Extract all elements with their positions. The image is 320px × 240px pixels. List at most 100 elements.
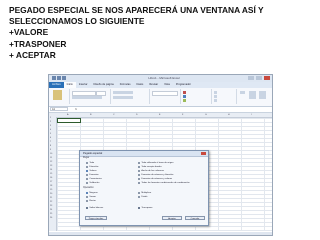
- paste-section-label: Pegar: [83, 157, 90, 159]
- delete-cells-icon[interactable]: [214, 95, 217, 98]
- radio-icon[interactable]: [86, 161, 89, 165]
- alignment-group: [111, 89, 150, 104]
- row-header[interactable]: 23: [50, 205, 52, 207]
- instruction-line-2: SELECCIONAMOS LO SIGUIENTE: [9, 16, 145, 27]
- row-header[interactable]: 11: [50, 157, 52, 159]
- find-select-icon[interactable]: [259, 91, 266, 99]
- table-format-icon[interactable]: [183, 95, 186, 98]
- transpose-checkbox[interactable]: Transponer: [138, 206, 153, 210]
- radio-icon[interactable]: [138, 181, 141, 185]
- operation-option-restar[interactable]: Restar: [86, 199, 96, 203]
- title-bar: Libro1 - Microsoft Excel: [49, 75, 272, 82]
- paste-option-validacion[interactable]: Validación: [86, 181, 99, 185]
- radio-icon[interactable]: [138, 165, 141, 169]
- row-header[interactable]: 5: [50, 133, 51, 135]
- format-cells-icon[interactable]: [214, 99, 217, 102]
- radio-icon[interactable]: [138, 169, 141, 173]
- paste-option-formatos-condicionales[interactable]: Todos los formatos condicionales de comb…: [138, 181, 190, 185]
- dialog-title: Pegado especial: [83, 152, 103, 155]
- clipboard-group: [49, 89, 70, 104]
- row-header[interactable]: 18: [50, 185, 52, 187]
- radio-selected-icon[interactable]: [86, 191, 89, 195]
- row-header[interactable]: 3: [50, 125, 51, 127]
- radio-icon[interactable]: [86, 195, 89, 199]
- radio-icon[interactable]: [86, 181, 89, 185]
- radio-icon[interactable]: [138, 191, 141, 195]
- ok-button[interactable]: Aceptar: [162, 216, 182, 220]
- operation-option-dividir[interactable]: Dividir: [138, 195, 147, 199]
- row-header[interactable]: 10: [50, 153, 52, 155]
- column-header[interactable]: D: [136, 113, 138, 117]
- dialog-close-icon[interactable]: [201, 152, 206, 155]
- minimize-icon[interactable]: [248, 76, 254, 80]
- row-header[interactable]: 19: [50, 189, 52, 191]
- number-format-select[interactable]: [152, 91, 178, 96]
- column-header[interactable]: F: [182, 113, 183, 117]
- save-icon[interactable]: [57, 76, 61, 80]
- indent-buttons[interactable]: [113, 96, 133, 99]
- dialog-title-bar: Pegado especial: [80, 151, 208, 157]
- column-header[interactable]: A: [67, 113, 68, 117]
- sort-filter-icon[interactable]: [249, 91, 256, 99]
- quick-access-toolbar: [52, 76, 66, 81]
- alignment-buttons[interactable]: [113, 91, 133, 94]
- row-header[interactable]: 6: [50, 137, 51, 139]
- row-header[interactable]: 13: [50, 165, 52, 167]
- row-header[interactable]: 26: [50, 217, 52, 219]
- undo-icon[interactable]: [62, 76, 66, 80]
- paste-link-button[interactable]: Pegar vínculos: [85, 216, 107, 220]
- skip-blanks-checkbox[interactable]: Saltar blancos: [86, 206, 103, 210]
- row-header[interactable]: 17: [50, 181, 52, 183]
- checkbox-icon[interactable]: [138, 206, 141, 210]
- column-header[interactable]: B: [90, 113, 91, 117]
- row-header[interactable]: 25: [50, 213, 52, 215]
- font-format-buttons[interactable]: [72, 96, 102, 99]
- radio-icon[interactable]: [138, 173, 141, 177]
- conditional-format-icon[interactable]: [183, 91, 186, 94]
- row-header[interactable]: 16: [50, 177, 52, 179]
- row-header[interactable]: 12: [50, 161, 52, 163]
- cancel-button[interactable]: Cancelar: [185, 216, 205, 220]
- column-header[interactable]: E: [159, 113, 160, 117]
- excel-logo-icon: [52, 76, 56, 80]
- radio-icon[interactable]: [86, 165, 89, 169]
- row-header[interactable]: 1: [50, 117, 51, 119]
- name-box[interactable]: A1: [50, 107, 68, 111]
- close-icon[interactable]: [264, 76, 270, 80]
- row-header[interactable]: 7: [50, 141, 51, 143]
- row-header[interactable]: 15: [50, 173, 52, 175]
- row-header[interactable]: 4: [50, 129, 51, 131]
- row-header[interactable]: 2: [50, 121, 51, 123]
- radio-icon[interactable]: [86, 199, 89, 203]
- radio-icon[interactable]: [138, 161, 141, 165]
- window-title: Libro1 - Microsoft Excel: [148, 76, 180, 80]
- column-header[interactable]: G: [205, 113, 207, 117]
- row-header[interactable]: 24: [50, 209, 52, 211]
- selected-cell[interactable]: [57, 118, 81, 123]
- radio-icon[interactable]: [86, 177, 89, 181]
- radio-icon[interactable]: [138, 177, 141, 181]
- row-header[interactable]: 9: [50, 149, 51, 151]
- row-header[interactable]: 8: [50, 145, 51, 147]
- radio-icon[interactable]: [86, 173, 89, 177]
- column-header[interactable]: C: [113, 113, 115, 117]
- number-group: [150, 89, 181, 104]
- fx-icon[interactable]: fx: [75, 107, 77, 112]
- insert-cells-icon[interactable]: [214, 91, 217, 94]
- paste-special-dialog: Pegado especial Pegar Todo Fórmulas Valo…: [79, 150, 209, 226]
- maximize-icon[interactable]: [256, 76, 262, 80]
- cells-group: [212, 89, 237, 104]
- radio-icon[interactable]: [138, 195, 141, 199]
- radio-selected-icon[interactable]: [86, 169, 89, 173]
- autosum-icon[interactable]: [240, 91, 245, 94]
- excel-screenshot: Libro1 - Microsoft Excel Archivo Inicio …: [48, 74, 273, 236]
- column-header[interactable]: I: [251, 113, 252, 117]
- column-header[interactable]: H: [228, 113, 230, 117]
- row-header[interactable]: 22: [50, 201, 52, 203]
- row-header[interactable]: 20: [50, 193, 52, 195]
- row-header[interactable]: 21: [50, 197, 52, 199]
- paste-icon[interactable]: [53, 90, 62, 100]
- cell-styles-icon[interactable]: [183, 99, 186, 102]
- row-header[interactable]: 14: [50, 169, 52, 171]
- checkbox-icon[interactable]: [86, 206, 89, 210]
